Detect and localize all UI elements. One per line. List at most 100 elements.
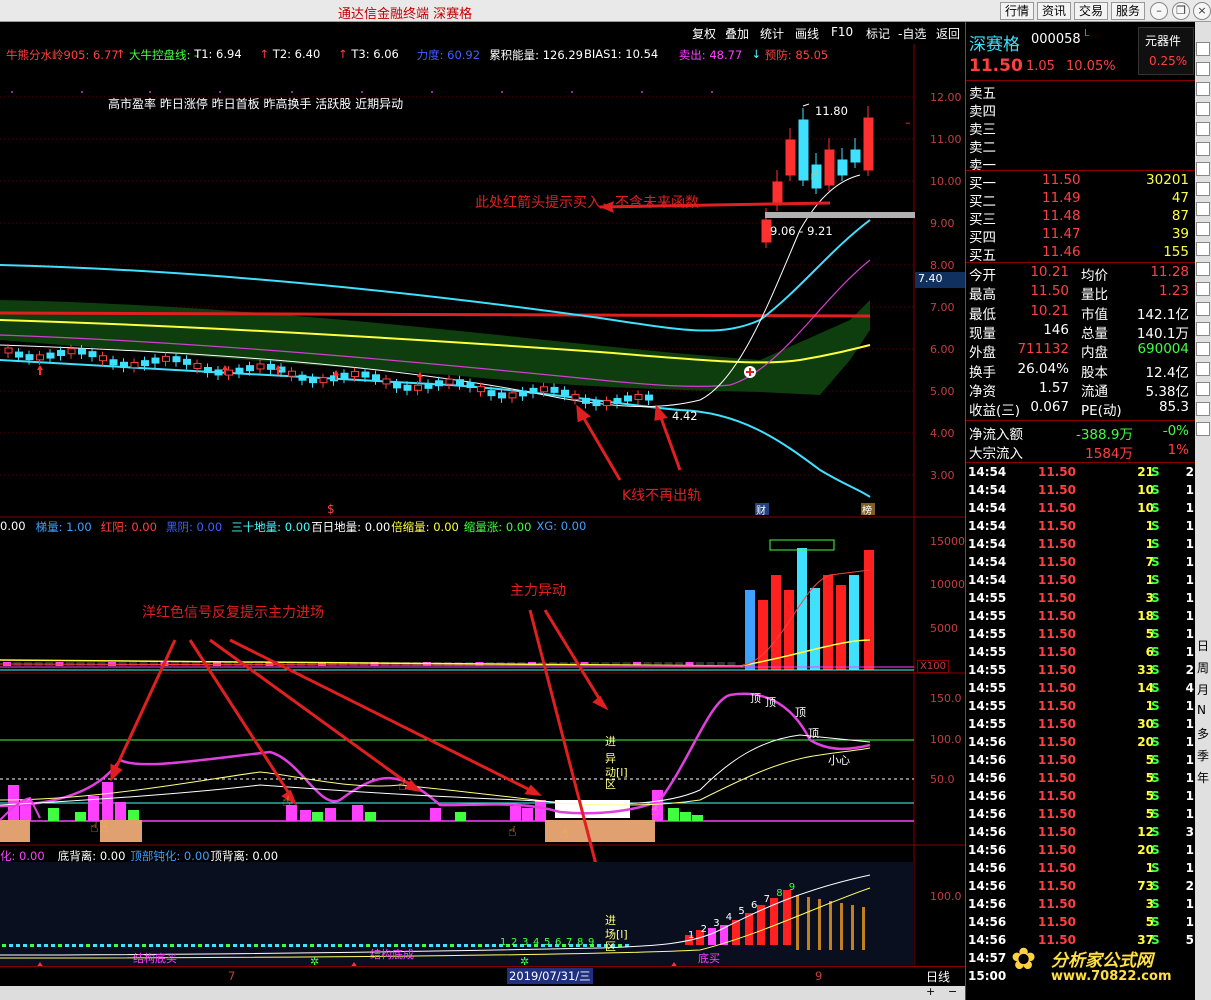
stat-value: 10.21 (1030, 302, 1069, 319)
bid-price: 11.48 (1042, 208, 1081, 224)
tick-time: 14:56 (968, 861, 1007, 875)
tool-icon[interactable] (1196, 302, 1210, 316)
candle-body (498, 392, 506, 399)
service-button[interactable]: 服务 (1111, 2, 1146, 20)
bid-row[interactable]: 买二 11.49 47 (969, 190, 1193, 210)
back-button[interactable]: 返回 (936, 25, 960, 42)
tool-icon[interactable] (1196, 262, 1210, 276)
tool-icon[interactable] (1196, 422, 1210, 436)
tool-icon[interactable] (1196, 362, 1210, 376)
tool-icon[interactable] (1196, 182, 1210, 196)
candle-body (403, 384, 412, 391)
stats-button[interactable]: 统计 (760, 25, 784, 42)
stat-label: 最低 (969, 306, 996, 323)
flow-row: 大宗流入 1584万 1% (969, 442, 1193, 462)
bid-volume: 30201 (1146, 172, 1189, 188)
top-label-1: 顶 (750, 692, 761, 705)
period-tab[interactable]: 日线 (926, 968, 950, 985)
seq-number: 1 (500, 937, 507, 948)
market-button[interactable]: 行情 (1000, 2, 1035, 20)
sector-name: 元器件 (1145, 34, 1182, 48)
red-signal-arrows (110, 609, 609, 893)
tool-icon[interactable] (1196, 322, 1210, 336)
price-axis-label: 9.00 (930, 217, 955, 230)
sector-box[interactable]: 元器件 0.25% (1138, 27, 1194, 75)
news-button[interactable]: 资讯 (1037, 2, 1072, 20)
candle-body (130, 361, 139, 368)
tool-icon[interactable] (1196, 282, 1210, 296)
stat-row: 现量 146 总量 140.1万 (969, 322, 1193, 342)
tick-price: 11.50 (1038, 483, 1076, 497)
restore-icon[interactable]: ❐ (1172, 2, 1190, 20)
stat-label: 内盘 (1081, 345, 1108, 362)
bang-label[interactable]: 榜 (862, 502, 872, 517)
bottom-buy-label: 结构底买 (133, 952, 177, 965)
stat-label: 现量 (969, 325, 996, 342)
stat-value: 142.1亿 (1136, 306, 1189, 323)
mark-button[interactable]: 标记 (866, 25, 890, 42)
bid-row[interactable]: 买三 11.48 87 (969, 208, 1193, 228)
tool-icon[interactable] (1196, 102, 1210, 116)
tool-icon[interactable] (1196, 142, 1210, 156)
div-dot (156, 944, 160, 947)
div-dot (618, 944, 622, 947)
period-side-tab[interactable]: 季 (1197, 747, 1209, 764)
tick-count: 1 (1185, 861, 1194, 875)
div-dot (107, 944, 111, 947)
svg-text:☝: ☝ (560, 826, 569, 842)
tool-icon[interactable] (1196, 382, 1210, 396)
flow-pct: 1% (1167, 442, 1189, 458)
period-side-tab[interactable]: N (1197, 703, 1206, 717)
tick-time: 14:55 (968, 591, 1007, 605)
minimize-icon[interactable]: – (1150, 2, 1168, 20)
volume-bar (810, 588, 820, 670)
candle-body (645, 394, 653, 401)
period-side-tab[interactable]: 日 (1197, 637, 1209, 654)
bid-row[interactable]: 买四 11.47 39 (969, 226, 1193, 246)
period-side-tab[interactable]: 年 (1197, 769, 1209, 786)
overlay-button[interactable]: 叠加 (725, 25, 749, 42)
tick-side: S (1151, 825, 1160, 839)
kline-chart[interactable]: $ ☝ ☝☝☝☝ ☝☝☝ ✲ ✲ (0, 44, 965, 986)
restore-rights-button[interactable]: 复权 (692, 25, 716, 42)
period-side-tab[interactable]: 月 (1197, 681, 1209, 698)
bid-row[interactable]: 买一 11.50 30201 (969, 172, 1193, 192)
close-icon[interactable]: × (1193, 2, 1211, 20)
tool-icon[interactable] (1196, 122, 1210, 136)
zoom-out-icon[interactable]: − (948, 985, 957, 998)
watchlist-button[interactable]: -自选 (898, 25, 926, 42)
f10-button[interactable]: F10 (831, 25, 853, 39)
period-side-tab[interactable]: 多 (1197, 725, 1209, 742)
top-label-4: 顶 (808, 727, 819, 740)
stat-label: 股本 (1081, 364, 1108, 381)
tool-icon[interactable] (1196, 402, 1210, 416)
tick-side: S (1151, 537, 1160, 551)
tool-icon[interactable] (1196, 62, 1210, 76)
tick-count: 1 (1185, 843, 1194, 857)
zoom-in-icon[interactable]: + (926, 985, 935, 998)
indicator-value: 红阳: 0.00 (100, 520, 157, 534)
div-dot (478, 944, 482, 947)
trade-button[interactable]: 交易 (1074, 2, 1109, 20)
div-dot (450, 944, 454, 947)
tool-icon[interactable] (1196, 162, 1210, 176)
tool-icon[interactable] (1196, 42, 1210, 56)
cai-label[interactable]: 财 (756, 502, 766, 517)
tool-icon[interactable] (1196, 82, 1210, 96)
draw-button[interactable]: 画线 (795, 25, 819, 42)
rise-number: 2 (700, 924, 707, 935)
tick-side: S (1151, 717, 1160, 731)
osc-magenta-line (0, 692, 871, 815)
date-9: 9 (815, 969, 823, 983)
tool-icon[interactable] (1196, 242, 1210, 256)
watermark-name: 分析家公式网 (1051, 951, 1153, 971)
bid-row[interactable]: 买五 11.46 155 (969, 244, 1193, 264)
tick-count: 1 (1185, 915, 1194, 929)
tool-icon[interactable] (1196, 202, 1210, 216)
candle-body (863, 117, 874, 171)
indicator-value: 顶部钝化: 0.00 (130, 849, 210, 863)
tool-icon[interactable] (1196, 222, 1210, 236)
tool-icon[interactable] (1196, 342, 1210, 356)
seq-number: 6 (555, 937, 562, 948)
period-side-tab[interactable]: 周 (1197, 659, 1209, 676)
